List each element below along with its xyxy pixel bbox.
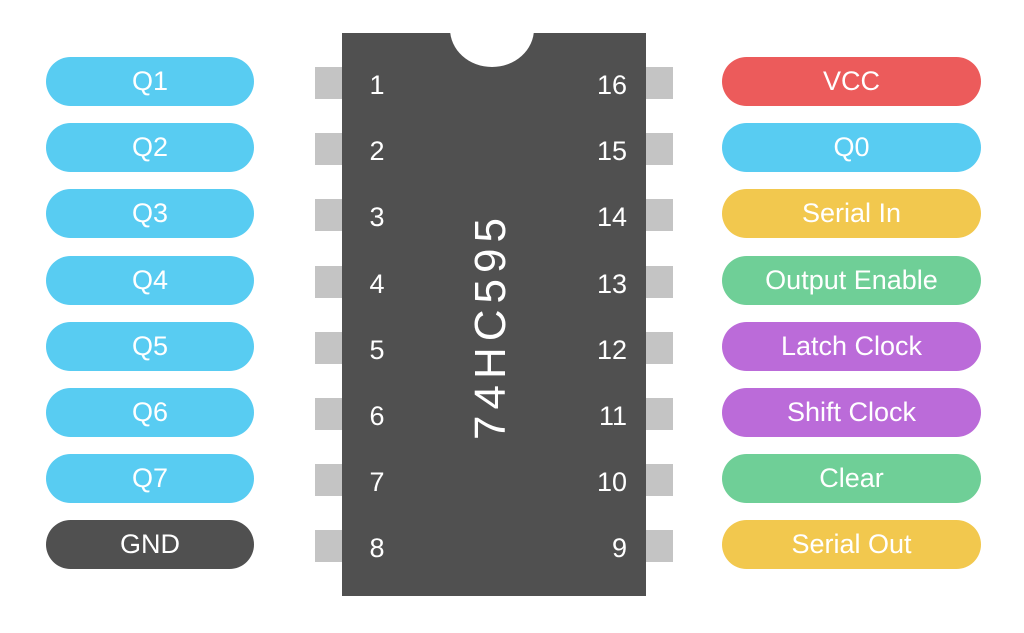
- pin-label: Q0: [722, 123, 981, 173]
- pin-lead: [315, 133, 342, 166]
- pin-lead: [646, 199, 673, 232]
- pin-number: 12: [596, 334, 627, 365]
- pin-label: Latch Clock: [722, 321, 981, 371]
- pin-label: GND: [46, 520, 254, 570]
- pin-lead: [646, 67, 673, 99]
- pin-label: Q3: [46, 189, 254, 239]
- pin-label: VCC: [722, 57, 981, 106]
- pin-label: Shift Clock: [722, 388, 981, 437]
- pin-lead: [646, 464, 673, 497]
- pin-number: 14: [596, 202, 627, 233]
- pin-number: 16: [596, 70, 627, 100]
- pin-lead: [646, 265, 673, 298]
- pin-lead: [646, 398, 673, 430]
- pin-number: 4: [369, 268, 385, 299]
- pin-number: 6: [369, 401, 385, 431]
- pin-number: 3: [369, 202, 385, 233]
- pin-number: 9: [611, 533, 627, 564]
- pin-lead: [315, 199, 342, 232]
- pin-number: 11: [598, 401, 627, 431]
- pin-number: 1: [369, 70, 385, 100]
- pin-number: 2: [369, 136, 385, 167]
- pin-label: Output Enable: [722, 255, 981, 305]
- chip-part-number: 74HC595: [466, 212, 515, 440]
- pin-number: 8: [369, 533, 385, 564]
- pin-number: 7: [369, 467, 385, 498]
- pin-lead: [315, 67, 342, 99]
- pin-lead: [646, 530, 673, 563]
- pin-lead: [315, 464, 342, 497]
- pin-number: 15: [596, 136, 627, 167]
- pin-label: Serial In: [722, 189, 981, 239]
- pin-lead: [315, 398, 342, 430]
- pin-label: Q2: [46, 123, 254, 173]
- pin-label: Q5: [46, 321, 254, 371]
- pin-lead: [646, 331, 673, 364]
- pin-label: Q1: [46, 57, 254, 106]
- pin-lead: [315, 265, 342, 298]
- pin-label: Clear: [722, 454, 981, 504]
- pin-number: 5: [369, 334, 385, 365]
- pin-number: 10: [596, 467, 627, 498]
- pin-lead: [646, 133, 673, 166]
- pin-label: Q4: [46, 255, 254, 305]
- pin-label: Serial Out: [722, 520, 981, 570]
- pin-label: Q6: [46, 388, 254, 437]
- pin-lead: [315, 530, 342, 563]
- pin-number: 13: [596, 268, 627, 299]
- pin-label: Q7: [46, 454, 254, 504]
- pin-lead: [315, 331, 342, 364]
